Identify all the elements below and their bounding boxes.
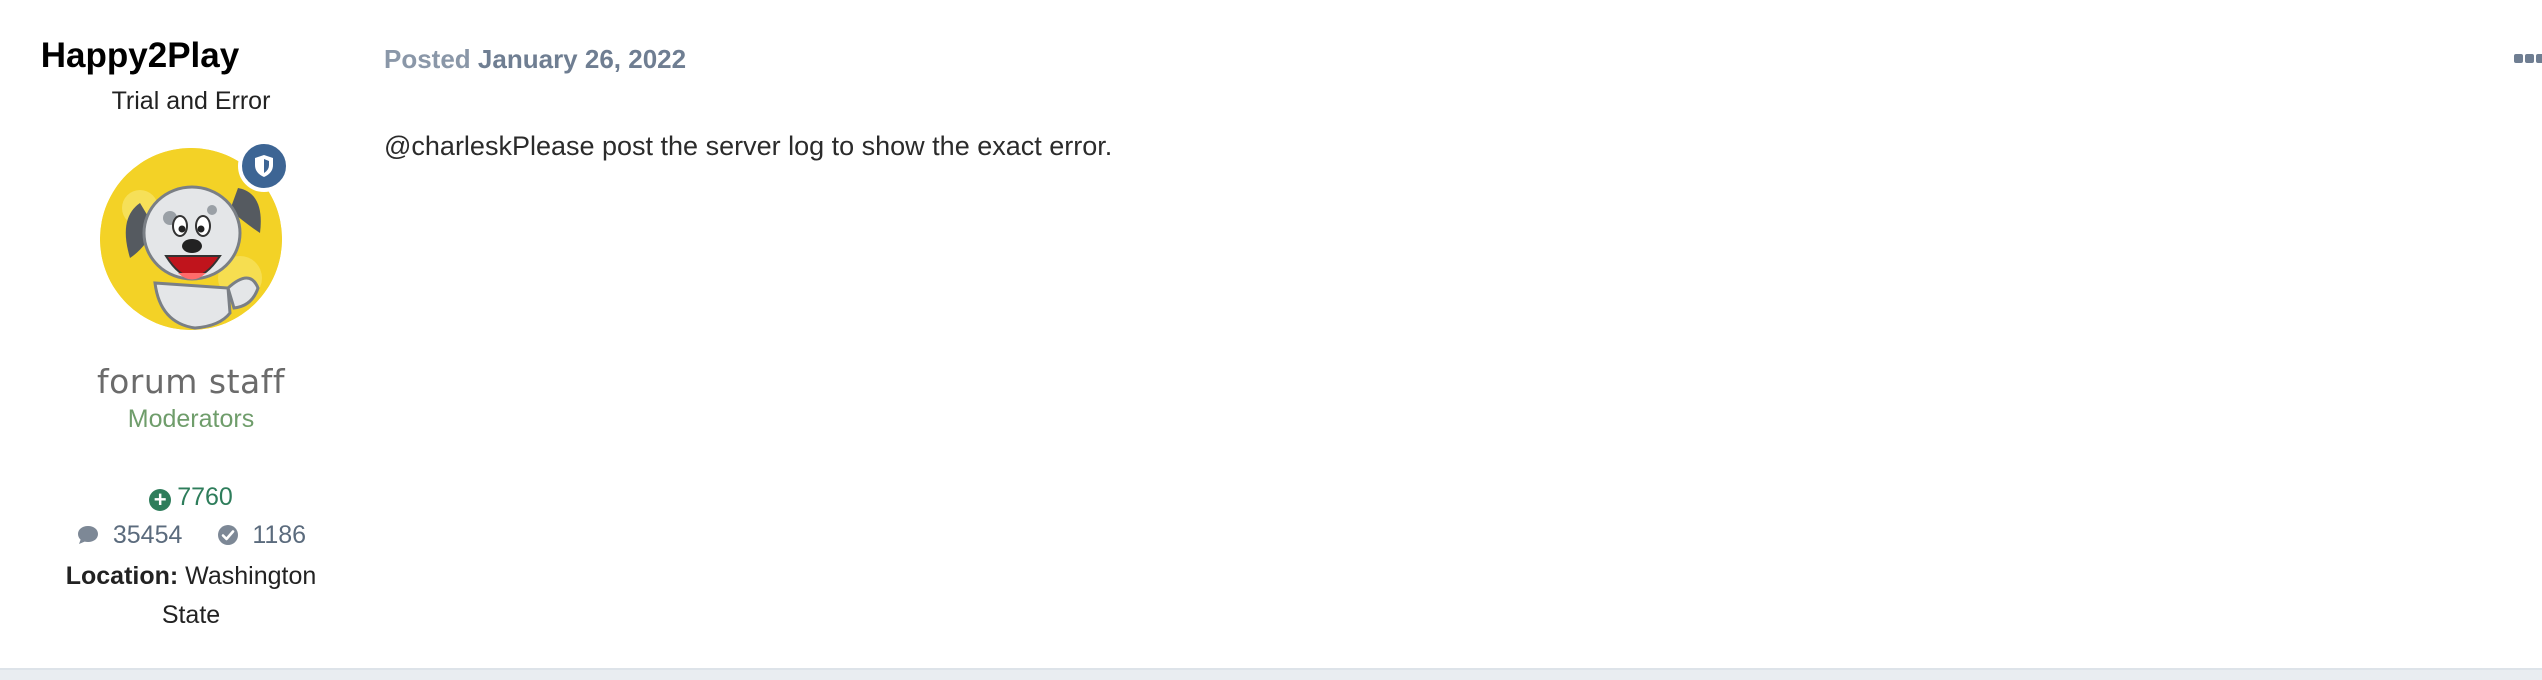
author-name[interactable]: Happy2Play — [0, 34, 280, 78]
post-body: @charleskPlease post the server log to s… — [384, 131, 1113, 161]
posted-label: Posted — [384, 44, 471, 74]
forum-post: Happy2Play Trial and Error forum staff M… — [0, 0, 2542, 668]
post-divider — [0, 668, 2542, 680]
comment-icon — [76, 521, 113, 549]
author-title: Trial and Error — [111, 87, 271, 115]
plus-circle-icon: + — [149, 489, 172, 511]
reputation[interactable]: +7760 — [0, 480, 382, 514]
moderator-badge — [238, 140, 290, 192]
shield-icon — [255, 155, 273, 177]
reputation-count: 7760 — [177, 483, 233, 511]
author-location: Location: Washington State — [0, 557, 382, 635]
ellipsis-icon[interactable] — [2514, 48, 2542, 68]
post-meta: Posted January 26, 2022 — [384, 42, 686, 76]
solutions-item[interactable]: 1186 — [217, 518, 306, 552]
group-image: forum staff — [96, 362, 285, 401]
post-count-item[interactable]: 35454 — [76, 518, 182, 552]
author-stats: 35454 1186 — [0, 518, 382, 552]
location-label: Location: — [65, 562, 179, 590]
check-circle-icon — [217, 521, 252, 549]
post-date[interactable]: January 26, 2022 — [478, 44, 686, 74]
solutions-count: 1186 — [252, 521, 307, 549]
avatar-container[interactable] — [100, 140, 290, 330]
location-value: Washington State — [161, 562, 317, 629]
group-name: Moderators — [127, 405, 255, 433]
post-count: 35454 — [112, 521, 183, 549]
